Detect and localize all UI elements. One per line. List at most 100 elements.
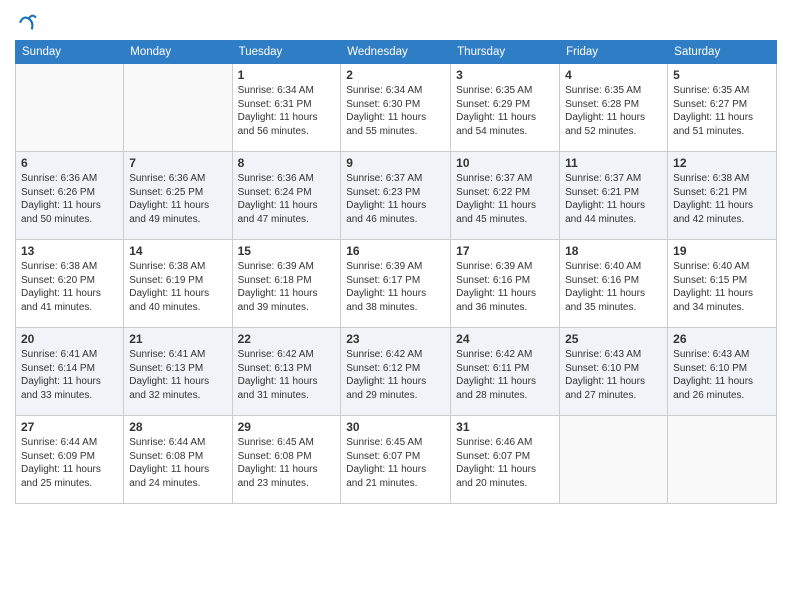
day-number: 11: [565, 156, 662, 170]
day-info: Sunrise: 6:41 AMSunset: 6:13 PMDaylight:…: [129, 348, 226, 402]
calendar-week-row: 1 Sunrise: 6:34 AMSunset: 6:31 PMDaylight…: [16, 64, 777, 152]
calendar-cell: 30 Sunrise: 6:45 AMSunset: 6:07 PMDayligh…: [341, 416, 451, 504]
calendar-week-row: 20Sunrise: 6:41 AMSunset: 6:14 PMDayligh…: [16, 328, 777, 416]
day-info: Sunrise: 6:38 AMSunset: 6:21 PMDaylight:…: [673, 172, 771, 226]
calendar-cell: [668, 416, 777, 504]
day-number: 21: [129, 332, 226, 346]
weekday-header-row: SundayMondayTuesdayWednesdayThursdayFrid…: [16, 41, 777, 64]
day-info: Sunrise: 6:35 AMSunset: 6:28 PMDaylight:…: [565, 84, 662, 138]
day-number: 10: [456, 156, 554, 170]
day-number: 14: [129, 244, 226, 258]
logo: [15, 10, 37, 32]
calendar-cell: 28 Sunrise: 6:44 AMSunset: 6:08 PMDayligh…: [124, 416, 232, 504]
day-number: 30: [346, 420, 445, 434]
weekday-header-tuesday: Tuesday: [232, 41, 341, 64]
day-number: 22: [238, 332, 336, 346]
calendar-cell: [560, 416, 668, 504]
calendar-cell: 19 Sunrise: 6:40 AMSunset: 6:15 PMDayligh…: [668, 240, 777, 328]
calendar-cell: 3Sunrise: 6:35 AMSunset: 6:29 PMDaylight…: [451, 64, 560, 152]
calendar-cell: 29 Sunrise: 6:45 AMSunset: 6:08 PMDayligh…: [232, 416, 341, 504]
calendar-cell: 17 Sunrise: 6:39 AMSunset: 6:16 PMDayligh…: [451, 240, 560, 328]
calendar-cell: 11 Sunrise: 6:37 AMSunset: 6:21 PMDayligh…: [560, 152, 668, 240]
calendar-cell: 7 Sunrise: 6:36 AMSunset: 6:25 PMDaylight…: [124, 152, 232, 240]
day-number: 8: [238, 156, 336, 170]
day-info: Sunrise: 6:39 AMSunset: 6:18 PMDaylight:…: [238, 260, 336, 314]
day-number: 12: [673, 156, 771, 170]
day-number: 28: [129, 420, 226, 434]
calendar-week-row: 13Sunrise: 6:38 AMSunset: 6:20 PMDayligh…: [16, 240, 777, 328]
weekday-header-saturday: Saturday: [668, 41, 777, 64]
calendar-cell: 10 Sunrise: 6:37 AMSunset: 6:22 PMDayligh…: [451, 152, 560, 240]
calendar-page: SundayMondayTuesdayWednesdayThursdayFrid…: [0, 0, 792, 612]
calendar-cell: 22 Sunrise: 6:42 AMSunset: 6:13 PMDayligh…: [232, 328, 341, 416]
day-number: 20: [21, 332, 118, 346]
day-info: Sunrise: 6:42 AMSunset: 6:13 PMDaylight:…: [238, 348, 336, 402]
day-info: Sunrise: 6:44 AMSunset: 6:08 PMDaylight:…: [129, 436, 226, 490]
weekday-header-sunday: Sunday: [16, 41, 124, 64]
day-number: 19: [673, 244, 771, 258]
calendar-cell: 1 Sunrise: 6:34 AMSunset: 6:31 PMDaylight…: [232, 64, 341, 152]
day-info: Sunrise: 6:39 AMSunset: 6:17 PMDaylight:…: [346, 260, 445, 314]
day-number: 13: [21, 244, 118, 258]
day-number: 3: [456, 68, 554, 82]
day-info: Sunrise: 6:39 AMSunset: 6:16 PMDaylight:…: [456, 260, 554, 314]
day-info: Sunrise: 6:36 AMSunset: 6:26 PMDaylight:…: [21, 172, 118, 226]
calendar-cell: 8 Sunrise: 6:36 AMSunset: 6:24 PMDaylight…: [232, 152, 341, 240]
day-info: Sunrise: 6:37 AMSunset: 6:22 PMDaylight:…: [456, 172, 554, 226]
calendar-cell: 12 Sunrise: 6:38 AMSunset: 6:21 PMDayligh…: [668, 152, 777, 240]
day-number: 16: [346, 244, 445, 258]
day-number: 27: [21, 420, 118, 434]
day-info: Sunrise: 6:34 AMSunset: 6:31 PMDaylight:…: [238, 84, 336, 138]
day-number: 1: [238, 68, 336, 82]
calendar-cell: 15 Sunrise: 6:39 AMSunset: 6:18 PMDayligh…: [232, 240, 341, 328]
day-number: 5: [673, 68, 771, 82]
calendar-week-row: 6 Sunrise: 6:36 AMSunset: 6:26 PMDaylight…: [16, 152, 777, 240]
calendar-cell: 14Sunrise: 6:38 AMSunset: 6:19 PMDayligh…: [124, 240, 232, 328]
day-info: Sunrise: 6:36 AMSunset: 6:24 PMDaylight:…: [238, 172, 336, 226]
calendar-cell: [16, 64, 124, 152]
day-info: Sunrise: 6:40 AMSunset: 6:15 PMDaylight:…: [673, 260, 771, 314]
day-number: 15: [238, 244, 336, 258]
calendar-cell: 21 Sunrise: 6:41 AMSunset: 6:13 PMDayligh…: [124, 328, 232, 416]
calendar-cell: 18Sunrise: 6:40 AMSunset: 6:16 PMDayligh…: [560, 240, 668, 328]
calendar-cell: 26Sunrise: 6:43 AMSunset: 6:10 PMDayligh…: [668, 328, 777, 416]
day-number: 26: [673, 332, 771, 346]
day-number: 6: [21, 156, 118, 170]
day-info: Sunrise: 6:44 AMSunset: 6:09 PMDaylight:…: [21, 436, 118, 490]
day-number: 25: [565, 332, 662, 346]
weekday-header-friday: Friday: [560, 41, 668, 64]
day-number: 9: [346, 156, 445, 170]
day-info: Sunrise: 6:45 AMSunset: 6:08 PMDaylight:…: [238, 436, 336, 490]
day-number: 7: [129, 156, 226, 170]
day-number: 24: [456, 332, 554, 346]
day-number: 29: [238, 420, 336, 434]
day-number: 31: [456, 420, 554, 434]
calendar-cell: 16 Sunrise: 6:39 AMSunset: 6:17 PMDayligh…: [341, 240, 451, 328]
calendar-cell: 5Sunrise: 6:35 AMSunset: 6:27 PMDaylight…: [668, 64, 777, 152]
header: [15, 10, 777, 32]
calendar-cell: 13Sunrise: 6:38 AMSunset: 6:20 PMDayligh…: [16, 240, 124, 328]
calendar-cell: 9 Sunrise: 6:37 AMSunset: 6:23 PMDaylight…: [341, 152, 451, 240]
day-info: Sunrise: 6:42 AMSunset: 6:12 PMDaylight:…: [346, 348, 445, 402]
day-number: 23: [346, 332, 445, 346]
day-number: 4: [565, 68, 662, 82]
calendar-cell: 6 Sunrise: 6:36 AMSunset: 6:26 PMDaylight…: [16, 152, 124, 240]
calendar-cell: 25 Sunrise: 6:43 AMSunset: 6:10 PMDayligh…: [560, 328, 668, 416]
calendar-cell: 4 Sunrise: 6:35 AMSunset: 6:28 PMDaylight…: [560, 64, 668, 152]
calendar-table: SundayMondayTuesdayWednesdayThursdayFrid…: [15, 40, 777, 504]
day-info: Sunrise: 6:46 AMSunset: 6:07 PMDaylight:…: [456, 436, 554, 490]
calendar-cell: 2 Sunrise: 6:34 AMSunset: 6:30 PMDaylight…: [341, 64, 451, 152]
calendar-cell: 23 Sunrise: 6:42 AMSunset: 6:12 PMDayligh…: [341, 328, 451, 416]
day-info: Sunrise: 6:40 AMSunset: 6:16 PMDaylight:…: [565, 260, 662, 314]
day-info: Sunrise: 6:45 AMSunset: 6:07 PMDaylight:…: [346, 436, 445, 490]
day-info: Sunrise: 6:36 AMSunset: 6:25 PMDaylight:…: [129, 172, 226, 226]
day-info: Sunrise: 6:43 AMSunset: 6:10 PMDaylight:…: [565, 348, 662, 402]
day-number: 2: [346, 68, 445, 82]
day-info: Sunrise: 6:37 AMSunset: 6:21 PMDaylight:…: [565, 172, 662, 226]
day-info: Sunrise: 6:37 AMSunset: 6:23 PMDaylight:…: [346, 172, 445, 226]
day-info: Sunrise: 6:42 AMSunset: 6:11 PMDaylight:…: [456, 348, 554, 402]
weekday-header-monday: Monday: [124, 41, 232, 64]
calendar-cell: 27 Sunrise: 6:44 AMSunset: 6:09 PMDayligh…: [16, 416, 124, 504]
day-number: 17: [456, 244, 554, 258]
day-info: Sunrise: 6:34 AMSunset: 6:30 PMDaylight:…: [346, 84, 445, 138]
